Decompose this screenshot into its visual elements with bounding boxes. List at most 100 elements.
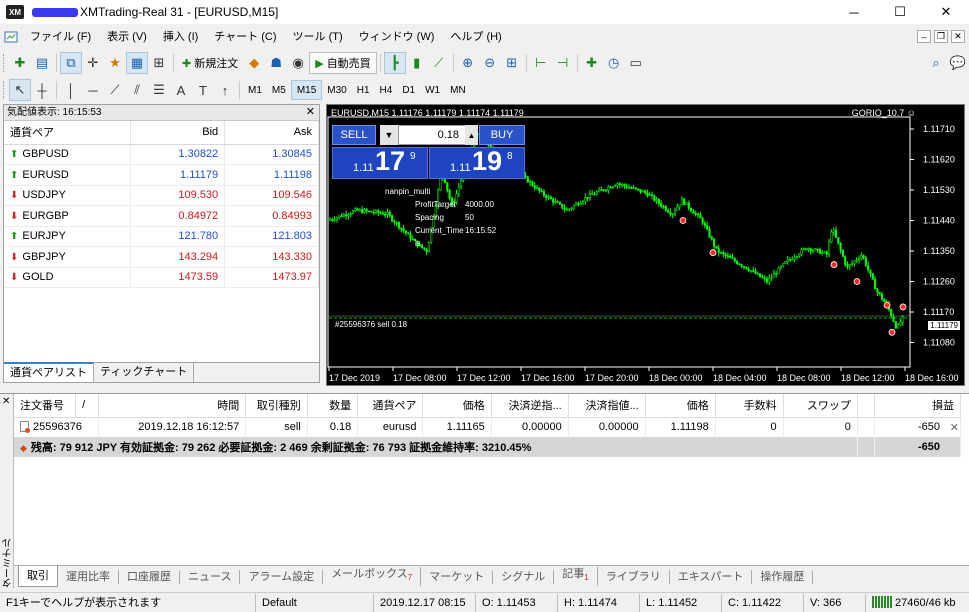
col-symbol[interactable]: 通貨ペア (357, 394, 424, 418)
tab-exposure[interactable]: 運用比率 (58, 569, 119, 584)
volume-spinner-icon[interactable]: ▲ (465, 125, 478, 145)
tab-experts[interactable]: エキスパート (670, 569, 753, 584)
timeframe-m5[interactable]: M5 (267, 80, 291, 100)
col-sort[interactable]: / (75, 394, 100, 418)
order-row[interactable]: 25596376 2019.12.18 16:12:57 sell 0.18 e… (14, 417, 961, 437)
profiles-icon[interactable]: ▤ (31, 52, 53, 74)
col-type[interactable]: 取引種別 (245, 394, 308, 418)
tab-alerts[interactable]: アラーム設定 (240, 569, 324, 584)
col-price[interactable]: 価格 (422, 394, 492, 418)
market-watch-row[interactable]: ⬇ GBPJPY 143.294 143.330 (4, 246, 319, 268)
tab-library[interactable]: ライブラリ (598, 569, 670, 584)
experts-icon[interactable]: ☗ (265, 52, 287, 74)
timeframe-m15[interactable]: M15 (290, 80, 323, 100)
timeframe-mn[interactable]: MN (445, 80, 471, 100)
close-order-icon[interactable]: ✕ (950, 421, 959, 434)
tab-tick-chart[interactable]: ティックチャート (94, 363, 195, 382)
col-current-price[interactable]: 価格 (645, 394, 716, 418)
col-profit[interactable]: 損益 (874, 394, 961, 418)
horizontal-line-icon[interactable]: ─ (82, 79, 104, 101)
tab-account-history[interactable]: 口座履歴 (119, 569, 180, 584)
tab-news[interactable]: ニュース (180, 569, 241, 584)
market-watch-row[interactable]: ⬆ GBPUSD 1.30822 1.30845 (4, 144, 319, 165)
crosshair-icon[interactable]: ┼ (31, 79, 53, 101)
timeframe-h4[interactable]: H4 (375, 80, 398, 100)
periods-icon[interactable]: ◷ (603, 52, 625, 74)
close-button[interactable]: ✕ (923, 0, 969, 24)
terminal-icon[interactable]: ▦ (126, 52, 148, 74)
chart-shift-icon[interactable]: ⊣ (552, 52, 574, 74)
buy-price-button[interactable]: 1.11 19 8 (429, 146, 525, 179)
new-order-button[interactable]: ✚ 新規注文 (177, 52, 243, 74)
volume-down-icon[interactable]: ▼ (380, 125, 398, 145)
fibonacci-icon[interactable]: ☰ (148, 79, 170, 101)
metaeditor-icon[interactable]: ◆ (243, 52, 265, 74)
cursor-icon[interactable]: ↖ (9, 79, 31, 101)
trendline-icon[interactable]: ⟋ (104, 79, 126, 101)
close-icon[interactable]: ✕ (306, 105, 315, 120)
market-watch-row[interactable]: ⬇ GOLD 1473.59 1473.97 (4, 267, 319, 288)
line-chart-icon[interactable]: ⟋ (428, 52, 450, 74)
menu-file[interactable]: ファイル (F) (22, 26, 99, 48)
tab-market[interactable]: マーケット (421, 569, 494, 584)
bar-chart-icon[interactable]: ┣ (383, 52, 406, 74)
close-icon[interactable]: ✕ (2, 396, 10, 407)
price-chart[interactable]: 1.11710 1.11620 1.11530 1.11440 1.11350 1.112… (326, 104, 965, 386)
menu-chart[interactable]: チャート (C) (206, 26, 284, 48)
minimize-button[interactable]: ─ (831, 0, 877, 24)
timeframe-w1[interactable]: W1 (420, 80, 445, 100)
mdi-restore-button[interactable]: ❐ (934, 30, 948, 43)
tab-symbols[interactable]: 通貨ペアリスト (4, 362, 94, 382)
col-ask[interactable]: Ask (224, 121, 319, 145)
strategy-tester-icon[interactable]: ⊞ (148, 52, 170, 74)
menu-tools[interactable]: ツール (T) (285, 26, 351, 48)
navigator-icon[interactable]: ★ (104, 52, 126, 74)
timeframe-m30[interactable]: M30 (322, 80, 351, 100)
timeframe-m1[interactable]: M1 (243, 80, 267, 100)
vertical-line-icon[interactable]: │ (60, 79, 82, 101)
col-sl[interactable]: 決済逆指... (491, 394, 569, 418)
sell-price-button[interactable]: 1.11 17 9 (332, 146, 428, 179)
mdi-minimize-button[interactable]: – (917, 30, 931, 43)
indicators-icon[interactable]: ✚ (581, 52, 603, 74)
data-window-icon[interactable]: ✛ (82, 52, 104, 74)
market-watch-row[interactable]: ⬇ EURGBP 0.84972 0.84993 (4, 205, 319, 227)
buy-button[interactable]: BUY (479, 125, 525, 145)
col-symbol[interactable]: 通貨ペア (4, 121, 132, 145)
market-watch-row[interactable]: ⬇ USDJPY 109.530 109.546 (4, 185, 319, 206)
chat-icon[interactable]: 💬 (947, 52, 969, 74)
signals-icon[interactable]: ◉ (287, 52, 309, 74)
col-volume[interactable]: 数量 (307, 394, 359, 418)
auto-scroll-icon[interactable]: ⊢ (530, 52, 552, 74)
col-tp[interactable]: 決済指値... (568, 394, 646, 418)
text-label-icon[interactable]: T (192, 79, 214, 101)
col-ticket[interactable]: 注文番号 (14, 394, 77, 418)
status-profile[interactable]: Default (256, 593, 374, 612)
col-commission[interactable]: 手数料 (715, 394, 784, 418)
channel-icon[interactable]: ⫽ (126, 79, 148, 101)
menu-view[interactable]: 表示 (V) (99, 26, 155, 48)
tab-articles[interactable]: 記事1 (554, 567, 598, 586)
zoom-out-icon[interactable]: ⊖ (479, 52, 501, 74)
market-watch-row[interactable]: ⬆ EURJPY 121.780 121.803 (4, 226, 319, 247)
maximize-button[interactable]: ☐ (877, 0, 923, 24)
col-bid[interactable]: Bid (130, 121, 226, 145)
search-icon[interactable]: ⌕ (925, 52, 947, 74)
timeframe-h1[interactable]: H1 (352, 80, 375, 100)
menu-window[interactable]: ウィンドウ (W) (351, 26, 443, 48)
sell-button[interactable]: SELL (332, 125, 376, 145)
arrows-icon[interactable]: ↑ (214, 79, 236, 101)
text-icon[interactable]: A (170, 79, 192, 101)
menu-insert[interactable]: 挿入 (I) (155, 26, 206, 48)
zoom-in-icon[interactable]: ⊕ (457, 52, 479, 74)
tab-journal[interactable]: 操作履歴 (752, 569, 814, 584)
auto-trading-button[interactable]: ▶ 自動売買 (309, 52, 377, 74)
tab-mailbox[interactable]: メールボックス7 (323, 567, 422, 586)
tab-signals[interactable]: シグナル (493, 569, 555, 584)
mdi-close-button[interactable]: ✕ (951, 30, 965, 43)
market-watch-icon[interactable]: ⧉ (60, 52, 82, 74)
tab-trade[interactable]: 取引 (18, 566, 58, 587)
tile-windows-icon[interactable]: ⊞ (501, 52, 523, 74)
timeframe-d1[interactable]: D1 (397, 80, 420, 100)
menu-help[interactable]: ヘルプ (H) (442, 26, 509, 48)
